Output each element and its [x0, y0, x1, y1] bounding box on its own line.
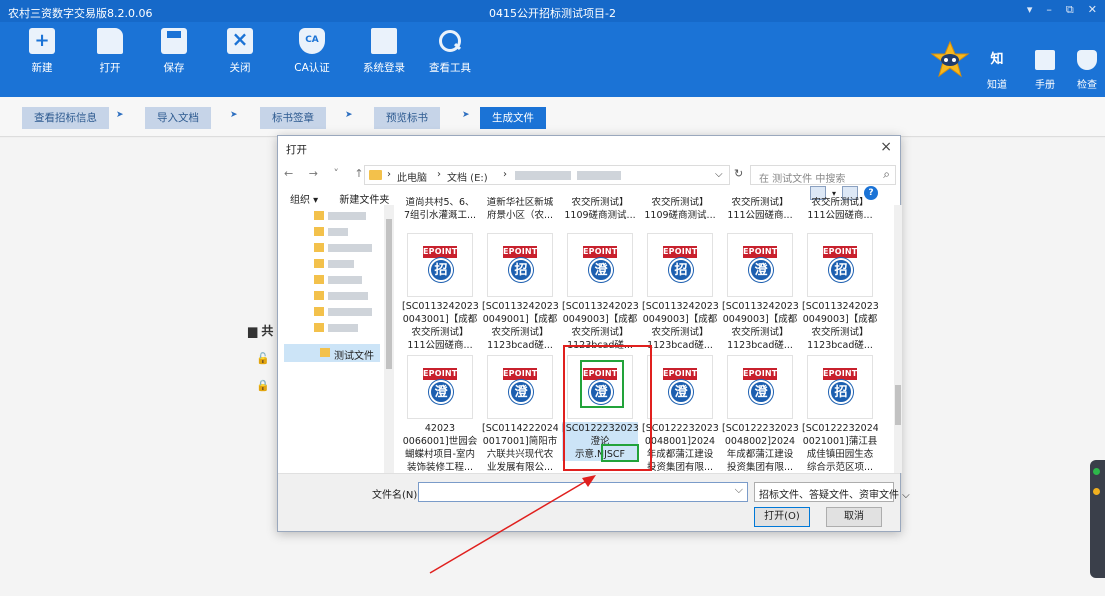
annotation-arrow: [429, 475, 596, 574]
status-dot-icon: [1093, 488, 1100, 495]
status-dot-icon: [1093, 468, 1100, 475]
side-widget[interactable]: [1090, 460, 1105, 578]
